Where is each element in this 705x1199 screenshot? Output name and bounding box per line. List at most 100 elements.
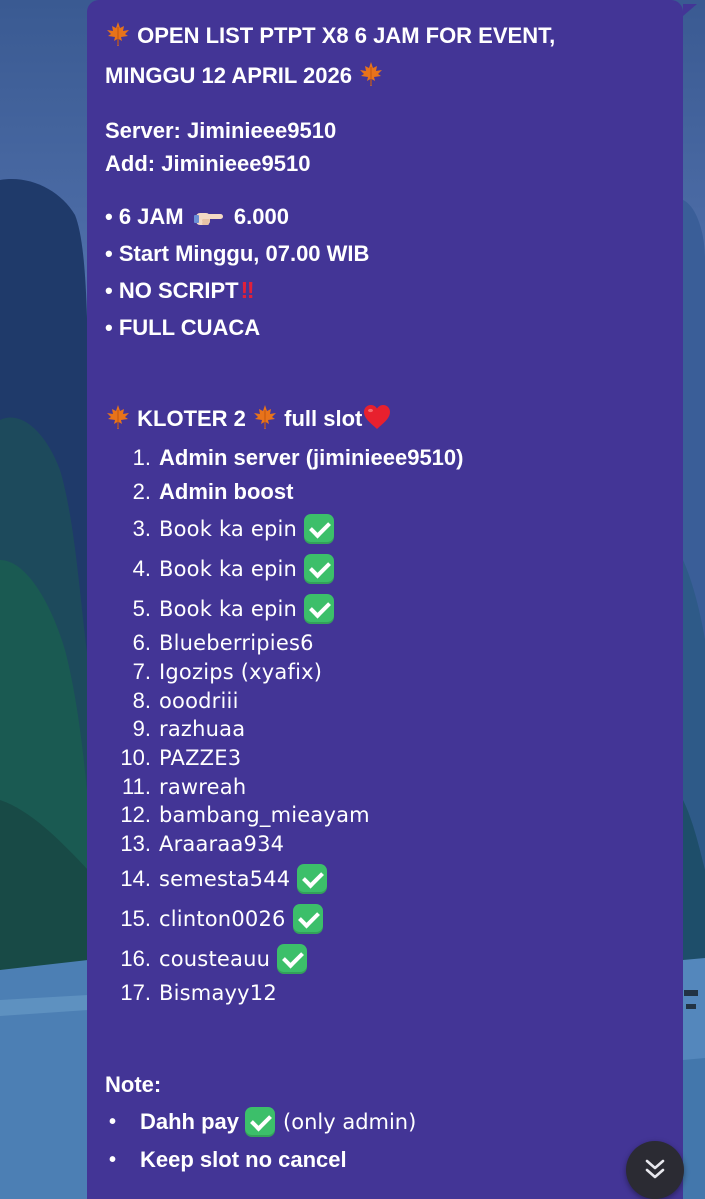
double-chevron-down-icon <box>645 1159 665 1179</box>
note-item: • Keep slot no cancel <box>105 1141 665 1179</box>
title-text-line2: MINGGU 12 APRIL 2026 <box>105 63 352 88</box>
note-item: • Dahh pay (only admin) <box>105 1103 665 1141</box>
detail-duration: • 6 JAM 6.000 <box>105 198 665 235</box>
start-text: Start Minggu, 07.00 WIB <box>118 241 370 266</box>
duration-text: 6 JAM <box>118 204 184 229</box>
item-number: 9. <box>132 716 151 742</box>
item-name: Admin server (jiminieee9510) <box>159 445 464 470</box>
item-number: 3. <box>132 516 151 541</box>
item-name: Blueberripies6 <box>159 631 314 656</box>
list-item: 5. Book ka epin <box>105 589 665 629</box>
list-item: 16. cousteauu <box>105 939 665 979</box>
double-exclamation-icon: ‼ <box>240 277 255 303</box>
list-item: 14. semesta544 <box>105 859 665 899</box>
maple-leaf-icon <box>107 405 129 429</box>
item-number: 6. <box>132 630 151 656</box>
item-name: PAZZE3 <box>159 746 242 771</box>
bullet: • <box>105 241 113 266</box>
list-item: 4. Book ka epin <box>105 549 665 589</box>
full-cuaca-text: FULL CUACA <box>118 315 261 340</box>
list-item: 9. razhuaa <box>105 715 665 744</box>
list-item: 15. clinton0026 <box>105 899 665 939</box>
item-number: 8. <box>132 687 151 713</box>
note-extra: (only admin) <box>283 1110 417 1135</box>
no-script-text: NO SCRIPT <box>118 278 239 303</box>
list-item: 7. Igozips (xyafix) <box>105 658 665 687</box>
red-heart-icon <box>364 405 391 429</box>
bullet: • <box>109 1110 117 1133</box>
item-number: 1. <box>132 445 151 470</box>
item-number: 2. <box>132 479 151 504</box>
note-text: Keep slot no cancel <box>140 1147 347 1173</box>
item-name: rawreah <box>159 774 247 799</box>
message-title-line2: MINGGU 12 APRIL 2026 <box>105 56 665 96</box>
title-text-line1: OPEN LIST PTPT X8 6 JAM FOR EVENT, <box>137 23 556 48</box>
white-check-mark-icon <box>304 554 335 584</box>
maple-leaf-icon <box>360 62 383 86</box>
white-check-mark-icon <box>304 514 335 544</box>
message-title-line1: OPEN LIST PTPT X8 6 JAM FOR EVENT, <box>105 16 665 56</box>
item-name: razhuaa <box>159 717 246 742</box>
item-number: 10. <box>120 745 151 771</box>
item-name: Book ka epin <box>159 597 298 621</box>
price-text: 6.000 <box>233 204 289 229</box>
item-name: ooodriii <box>159 688 239 713</box>
white-check-mark-icon <box>292 903 323 934</box>
item-name: Igozips (xyafix) <box>159 660 323 685</box>
slot-list: 1. Admin server (jiminieee9510) 2. Admin… <box>105 441 665 1007</box>
bullet: • <box>105 204 113 229</box>
maple-leaf-icon <box>254 405 277 429</box>
item-name: bambang_mieayam <box>159 803 370 828</box>
item-number: 4. <box>132 556 151 581</box>
list-item: 2. Admin boost <box>105 475 665 509</box>
item-name: Araaraa934 <box>159 832 285 857</box>
item-name: semesta544 <box>159 866 291 891</box>
server-label: Server: <box>105 118 181 143</box>
message-bubble[interactable]: OPEN LIST PTPT X8 6 JAM FOR EVENT, MINGG… <box>87 0 683 1199</box>
item-number: 7. <box>132 659 151 685</box>
note-list: • Dahh pay (only admin) • Keep slot no c… <box>105 1103 665 1179</box>
list-item: 12. bambang_mieayam <box>105 801 665 830</box>
white-check-mark-icon <box>297 863 328 894</box>
list-item: 11. rawreah <box>105 772 665 801</box>
add-label: Add: <box>105 151 156 176</box>
list-item: 6. Blueberripies6 <box>105 629 665 658</box>
note-label: Note: <box>105 1072 162 1098</box>
add-value: Jiminieee9510 <box>161 151 311 176</box>
white-check-mark-icon <box>277 943 308 974</box>
item-name: Bismayy12 <box>159 980 277 1005</box>
item-name: cousteauu <box>159 946 271 971</box>
bullet: • <box>109 1148 117 1171</box>
detail-full-cuaca: • FULL CUACA <box>105 309 665 346</box>
item-number: 11. <box>122 773 151 799</box>
item-number: 16. <box>120 945 151 971</box>
kloter-header: KLOTER 2 full slot <box>105 400 665 437</box>
maple-leaf-icon <box>107 22 129 46</box>
white-check-mark-icon <box>245 1107 276 1138</box>
bullet: • <box>105 315 113 340</box>
item-number: 17. <box>120 979 151 1005</box>
item-number: 14. <box>120 865 151 891</box>
list-item: 10. PAZZE3 <box>105 744 665 773</box>
item-name: Book ka epin <box>159 517 298 541</box>
item-name: clinton0026 <box>159 906 286 931</box>
add-line: Add: Jiminieee9510 <box>105 147 665 180</box>
item-number: 15. <box>120 905 151 931</box>
item-number: 13. <box>120 831 151 857</box>
detail-no-script: • NO SCRIPT‼ <box>105 272 665 309</box>
item-name: Admin boost <box>159 479 294 504</box>
note-text: Dahh pay <box>140 1109 240 1135</box>
kloter-label: KLOTER 2 <box>137 406 246 431</box>
item-number: 5. <box>132 596 151 621</box>
detail-start: • Start Minggu, 07.00 WIB <box>105 235 665 272</box>
list-item: 13. Araaraa934 <box>105 830 665 859</box>
white-check-mark-icon <box>304 594 335 624</box>
list-item: 1. Admin server (jiminieee9510) <box>105 441 665 475</box>
item-number: 12. <box>120 802 151 828</box>
bullet: • <box>105 278 113 303</box>
scroll-to-bottom-button[interactable] <box>626 1141 684 1199</box>
backhand-index-pointing-right-icon <box>193 213 223 225</box>
list-item: 17. Bismayy12 <box>105 979 665 1008</box>
list-item: 3. Book ka epin <box>105 509 665 549</box>
server-line: Server: Jiminieee9510 <box>105 114 665 147</box>
